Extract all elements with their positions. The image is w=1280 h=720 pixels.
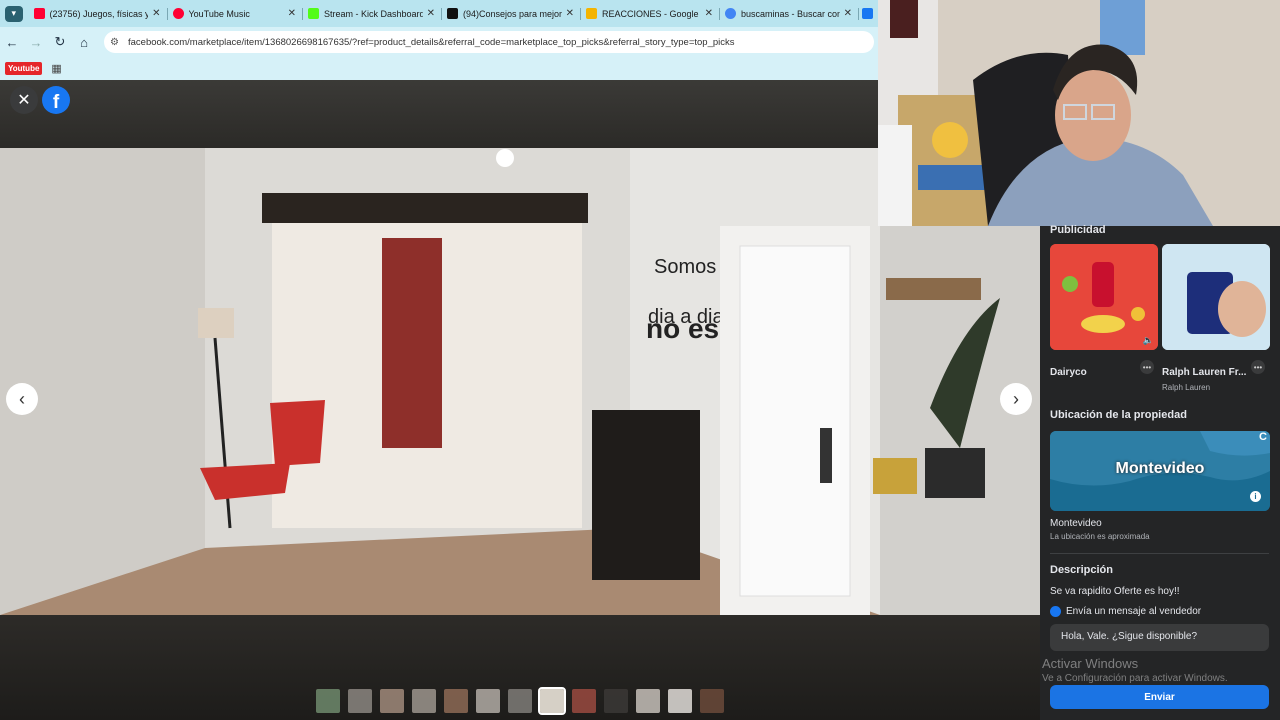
listing-side-panel: Publicidad 🔈 Dairyco ••• Ralph Lauren Fr… bbox=[1040, 224, 1280, 720]
browser-tab[interactable]: buscaminas - Buscar con ✕ bbox=[719, 3, 858, 25]
site-info-icon[interactable]: ⚙ bbox=[110, 37, 124, 48]
ad-image[interactable] bbox=[1162, 244, 1270, 350]
photo-thumbnail[interactable] bbox=[538, 687, 566, 715]
webcam-overlay bbox=[878, 0, 1280, 226]
tab-search-dropdown[interactable]: ▾ bbox=[5, 5, 23, 22]
message-seller-label-row: Envía un mensaje al vendedor bbox=[1050, 606, 1201, 617]
next-photo-button[interactable]: › bbox=[1000, 383, 1032, 415]
location-heading: Ubicación de la propiedad bbox=[1050, 409, 1187, 421]
message-seller-label: Envía un mensaje al vendedor bbox=[1066, 606, 1202, 617]
tab-close-icon[interactable]: ✕ bbox=[844, 8, 852, 19]
ad-advertiser: Ralph Lauren bbox=[1162, 383, 1211, 392]
screen: ▾ (23756) Juegos, físicas y c ✕ YouTube … bbox=[0, 0, 1280, 720]
more-options-icon[interactable]: ••• bbox=[1251, 360, 1265, 374]
location-note: La ubicación es aproximada bbox=[1050, 532, 1150, 541]
send-button[interactable]: Enviar bbox=[1050, 685, 1269, 709]
photo-thumbnail[interactable] bbox=[476, 689, 500, 713]
back-icon[interactable]: ← bbox=[0, 35, 24, 50]
tab-close-icon[interactable]: ✕ bbox=[288, 8, 296, 19]
location-map[interactable]: Montevideo C i bbox=[1050, 431, 1270, 511]
map-city-label: Montevideo bbox=[1115, 460, 1205, 477]
browser-tab[interactable]: (94)Consejos para mejora ✕ bbox=[441, 3, 580, 25]
facebook-icon bbox=[862, 8, 873, 19]
tab-close-icon[interactable]: ✕ bbox=[152, 8, 160, 19]
ad-card[interactable]: 🔈 Dairyco bbox=[1050, 244, 1158, 378]
apps-grid-icon[interactable]: ▦ bbox=[51, 62, 61, 75]
tab-title: REACCIONES - Google Dr bbox=[602, 8, 701, 19]
svg-text:Somos: Somos bbox=[654, 256, 716, 278]
kick-icon bbox=[308, 8, 319, 19]
photo-thumbnail[interactable] bbox=[444, 689, 468, 713]
ads-heading: Publicidad bbox=[1050, 224, 1106, 236]
ad-image[interactable]: 🔈 bbox=[1050, 244, 1158, 350]
reload-icon[interactable]: ↻ bbox=[48, 34, 72, 50]
bookmarks-bar: Youtube ▦ bbox=[0, 57, 878, 80]
map-info-icon[interactable]: i bbox=[1250, 491, 1261, 502]
divider bbox=[1050, 553, 1269, 554]
photo-thumbnail[interactable] bbox=[380, 689, 404, 713]
location-name: Montevideo bbox=[1050, 518, 1102, 529]
watermark-title: Activar Windows bbox=[1042, 656, 1139, 671]
photo-thumbnail[interactable] bbox=[604, 689, 628, 713]
muted-audio-icon[interactable]: 🔈 bbox=[1143, 335, 1154, 346]
tab-close-icon[interactable]: ✕ bbox=[427, 8, 435, 19]
browser-tab-overflow[interactable] bbox=[858, 3, 878, 25]
photo-thumbnail[interactable] bbox=[636, 689, 660, 713]
tab-close-icon[interactable]: ✕ bbox=[566, 8, 574, 19]
google-drive-icon bbox=[586, 8, 597, 19]
browser-tab[interactable]: REACCIONES - Google Dr ✕ bbox=[580, 3, 719, 25]
browser-tab[interactable]: YouTube Music ✕ bbox=[166, 3, 303, 25]
map-corner-label: C bbox=[1259, 431, 1267, 443]
previous-photo-button[interactable]: ‹ bbox=[6, 383, 38, 415]
browser-tab[interactable]: Stream - Kick Dashboard ✕ bbox=[302, 3, 441, 25]
windows-activation-watermark: Activar Windows Ve a Configuración para … bbox=[1042, 656, 1228, 684]
home-icon[interactable]: ⌂ bbox=[72, 35, 96, 50]
watermark-subtitle: Ve a Configuración para activar Windows. bbox=[1042, 673, 1228, 684]
close-icon[interactable]: ✕ bbox=[10, 86, 38, 114]
youtube-music-icon bbox=[172, 8, 184, 19]
browser-toolbar: ← → ↻ ⌂ ⚙ facebook.com/marketplace/item/… bbox=[0, 27, 878, 57]
more-options-icon[interactable]: ••• bbox=[1140, 360, 1154, 374]
tiktok-icon bbox=[447, 8, 458, 19]
photo-thumbnail[interactable] bbox=[412, 689, 436, 713]
description-text: Se va rapidito Oferte es hoy!! bbox=[1050, 586, 1180, 597]
google-icon bbox=[725, 8, 736, 19]
youtube-icon bbox=[33, 8, 45, 19]
browser-tab[interactable]: (23756) Juegos, físicas y c ✕ bbox=[28, 3, 167, 25]
photo-thumbnail[interactable] bbox=[700, 689, 724, 713]
photo-thumbnail[interactable] bbox=[348, 689, 372, 713]
photo-thumbnail[interactable] bbox=[572, 689, 596, 713]
tab-title: Stream - Kick Dashboard bbox=[324, 8, 423, 19]
ad-image-art bbox=[1162, 244, 1270, 350]
svg-text:no es: no es bbox=[646, 313, 719, 344]
facebook-logo-icon[interactable]: f bbox=[42, 86, 70, 114]
address-bar[interactable]: ⚙ facebook.com/marketplace/item/13680266… bbox=[104, 31, 874, 53]
tab-title: (94)Consejos para mejora bbox=[463, 8, 562, 19]
message-input[interactable]: Hola, Vale. ¿Sigue disponible? bbox=[1050, 624, 1269, 651]
description-heading: Descripción bbox=[1050, 564, 1113, 576]
browser-tab-bar: ▾ (23756) Juegos, físicas y c ✕ YouTube … bbox=[0, 0, 878, 27]
bookmark-youtube[interactable]: Youtube bbox=[5, 62, 43, 75]
tab-title: (23756) Juegos, físicas y c bbox=[49, 8, 149, 19]
tab-title: YouTube Music bbox=[188, 8, 250, 19]
photo-thumbnail[interactable] bbox=[668, 689, 692, 713]
forward-icon[interactable]: → bbox=[24, 35, 48, 50]
messenger-icon bbox=[1050, 606, 1061, 617]
tab-title: buscaminas - Buscar con bbox=[741, 8, 840, 19]
url-text: facebook.com/marketplace/item/1368026698… bbox=[128, 36, 735, 48]
photo-thumbnail[interactable] bbox=[316, 689, 340, 713]
thumbnail-strip bbox=[316, 687, 724, 715]
tab-close-icon[interactable]: ✕ bbox=[705, 8, 713, 19]
photo-thumbnail[interactable] bbox=[508, 689, 532, 713]
